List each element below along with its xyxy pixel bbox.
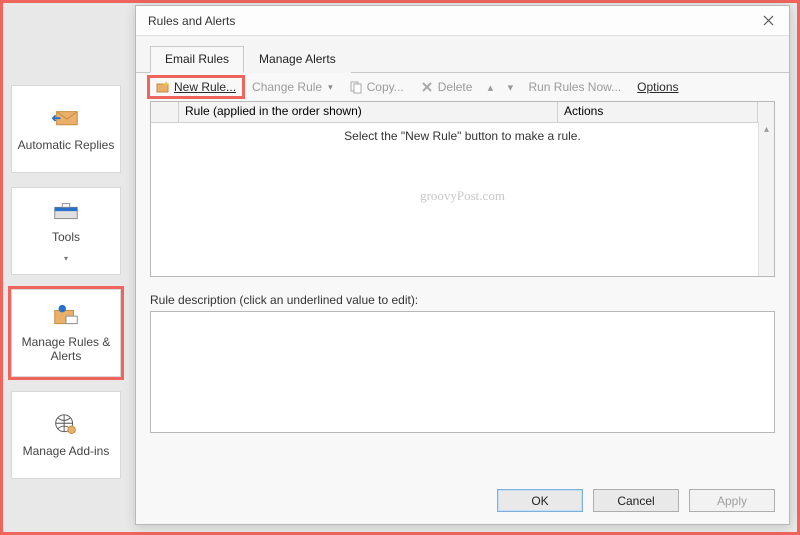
nav-label: Tools — [52, 230, 80, 244]
delete-x-icon — [420, 80, 434, 94]
watermark-text: groovyPost.com — [151, 188, 774, 204]
chevron-up-icon: ▴ — [488, 81, 494, 94]
chevron-down-icon: ▾ — [508, 81, 514, 94]
scrollbar[interactable]: ▴ — [758, 122, 774, 276]
options-button[interactable]: Options — [631, 78, 684, 96]
rules-grid: Rule (applied in the order shown) Action… — [150, 101, 775, 277]
run-rules-now-button[interactable]: Run Rules Now... — [522, 78, 627, 96]
rules-and-alerts-dialog: Rules and Alerts Email Rules Manage Aler… — [135, 5, 790, 525]
apply-button[interactable]: Apply — [689, 489, 775, 512]
nav-label: Manage Add-ins — [23, 444, 110, 458]
new-rule-button[interactable]: New Rule... — [150, 78, 242, 96]
grid-header-checkbox-col[interactable] — [151, 102, 179, 122]
envelope-reply-icon — [51, 106, 81, 132]
chevron-down-icon: ▾ — [64, 254, 68, 264]
rules-folder-icon — [51, 303, 81, 329]
copy-button[interactable]: Copy... — [343, 78, 410, 96]
nav-tools[interactable]: Tools ▾ — [11, 187, 121, 275]
ok-button[interactable]: OK — [497, 489, 583, 512]
button-label: Copy... — [367, 80, 404, 94]
grid-body: Select the "New Rule" button to make a r… — [151, 123, 774, 276]
nav-automatic-replies[interactable]: Automatic Replies — [11, 85, 121, 173]
globe-gear-icon — [51, 412, 81, 438]
move-up-button[interactable]: ▴ — [482, 79, 498, 95]
toolbar: New Rule... Change Rule▾ Copy... Delete … — [136, 73, 789, 101]
nav-label: Manage Rules & Alerts — [14, 335, 118, 364]
toolbox-icon — [51, 198, 81, 224]
nav-manage-addins[interactable]: Manage Add-ins — [11, 391, 121, 479]
nav-label: Automatic Replies — [18, 138, 115, 152]
copy-icon — [349, 80, 363, 94]
grid-header: Rule (applied in the order shown) Action… — [151, 102, 774, 123]
grid-header-rule[interactable]: Rule (applied in the order shown) — [179, 102, 558, 122]
dialog-title: Rules and Alerts — [148, 14, 235, 28]
close-button[interactable] — [753, 9, 783, 33]
tab-email-rules[interactable]: Email Rules — [150, 46, 244, 73]
button-label: New Rule... — [174, 80, 236, 94]
move-down-button[interactable]: ▾ — [502, 79, 518, 95]
button-label: Run Rules Now... — [528, 80, 621, 94]
grid-empty-message: Select the "New Rule" button to make a r… — [344, 129, 581, 143]
button-label: Options — [637, 80, 678, 94]
button-label: Change Rule — [252, 80, 322, 94]
grid-header-scroll-stub — [758, 102, 774, 122]
scroll-up-icon: ▴ — [764, 124, 769, 135]
rule-description-label: Rule description (click an underlined va… — [150, 293, 775, 307]
tab-manage-alerts[interactable]: Manage Alerts — [244, 46, 351, 73]
cancel-button[interactable]: Cancel — [593, 489, 679, 512]
title-bar: Rules and Alerts — [136, 6, 789, 36]
nav-manage-rules-alerts[interactable]: Manage Rules & Alerts — [11, 289, 121, 377]
delete-button[interactable]: Delete — [414, 78, 479, 96]
tab-bar: Email Rules Manage Alerts — [136, 36, 789, 73]
dialog-footer: OK Cancel Apply — [136, 479, 789, 524]
folder-sparkle-icon — [156, 80, 170, 94]
chevron-down-icon: ▾ — [328, 82, 333, 93]
change-rule-button[interactable]: Change Rule ▾ — [246, 78, 339, 96]
button-label: Delete — [438, 80, 473, 94]
grid-header-actions[interactable]: Actions — [558, 102, 758, 122]
close-icon — [763, 13, 774, 29]
rule-description-box — [150, 311, 775, 433]
